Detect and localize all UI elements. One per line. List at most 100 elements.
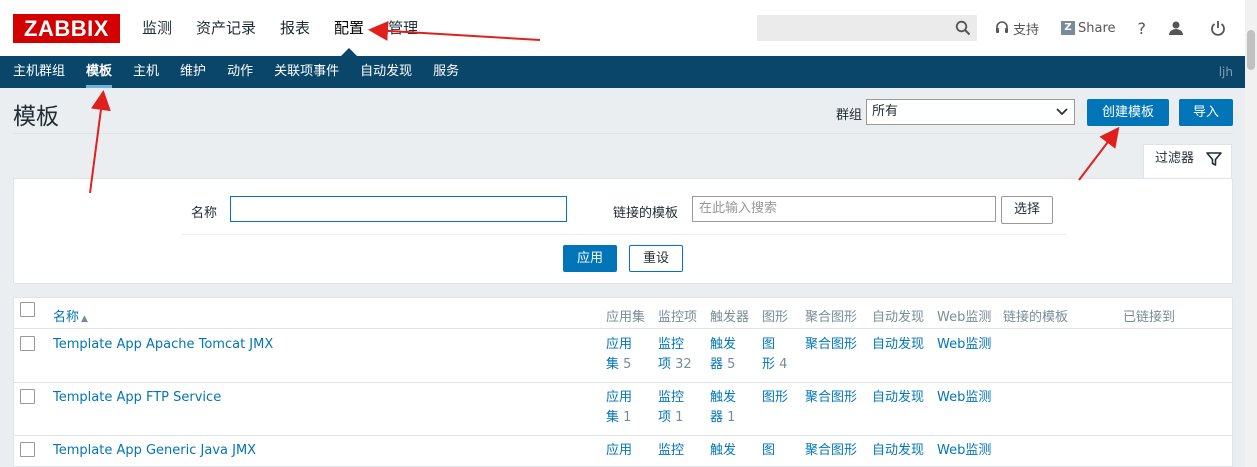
menu-configuration[interactable]: 配置: [334, 0, 364, 56]
apps-link[interactable]: 应用: [606, 441, 632, 461]
filter-divider: [181, 234, 1067, 235]
col-web-header: Web监测: [937, 310, 992, 325]
share-icon: Z: [1061, 21, 1076, 35]
apps-count: 1: [623, 410, 632, 425]
page-scrollbar[interactable]: [1245, 0, 1257, 467]
linked-templates-label: 链接的模板: [613, 206, 679, 221]
apps-count: 5: [623, 357, 632, 372]
graphs-link[interactable]: 图: [762, 441, 775, 461]
col-discovery-header: 自动发现: [872, 310, 925, 325]
items-link[interactable]: 监控项 32: [658, 335, 692, 375]
graphs-link[interactable]: 图形 4: [762, 335, 787, 375]
user-icon: [1169, 21, 1184, 35]
graphs-link-line1: 图: [762, 337, 776, 352]
col-graphs-header: 图形: [762, 310, 789, 325]
chevron-down-icon: [1056, 108, 1068, 116]
import-button[interactable]: 导入: [1179, 99, 1233, 126]
name-filter-label: 名称: [191, 206, 218, 221]
items-count: 32: [675, 357, 692, 372]
current-user: ljh: [1218, 65, 1233, 79]
triggers-link[interactable]: 触发器 5: [710, 335, 736, 375]
discovery-link[interactable]: 自动发现: [872, 335, 924, 355]
header-divider: [13, 328, 1233, 329]
row-divider: [13, 435, 1233, 436]
linked-templates-input[interactable]: 在此输入搜索: [692, 196, 996, 222]
menu-inventory[interactable]: 资产记录: [196, 0, 256, 56]
select-all-checkbox[interactable]: [20, 302, 35, 317]
apps-link-line2: 集: [606, 410, 620, 425]
sort-asc-icon: ▲: [81, 314, 88, 324]
page-title: 模板: [13, 104, 59, 130]
items-link[interactable]: 监控: [658, 441, 684, 461]
arrow-to-create-template: [1078, 126, 1120, 181]
apps-link[interactable]: 应用集 1: [606, 388, 632, 428]
group-select-value: 所有: [872, 104, 899, 119]
share-link[interactable]: Z Share: [1061, 21, 1116, 36]
menu-reports[interactable]: 报表: [280, 0, 310, 56]
menu-administration[interactable]: 管理: [388, 0, 418, 56]
select-button[interactable]: 选择: [1001, 196, 1053, 224]
apps-link-line1: 应用: [606, 337, 633, 352]
items-link-line1: 监控: [658, 390, 685, 405]
subnav-actions[interactable]: 动作: [227, 56, 253, 88]
help-button[interactable]: ?: [1138, 19, 1147, 38]
name-filter-input[interactable]: [230, 196, 567, 222]
screens-link[interactable]: 聚合图形: [805, 388, 857, 408]
col-apps-header: 应用集: [606, 310, 646, 325]
graphs-link[interactable]: 图形: [762, 388, 788, 408]
triggers-link[interactable]: 触发器 1: [710, 388, 736, 428]
scrollbar-thumb[interactable]: [1247, 30, 1255, 70]
subnav-event-correlation[interactable]: 关联项事件: [274, 56, 339, 88]
template-name-link[interactable]: Template App Generic Java JMX: [53, 441, 256, 461]
triggers-link-line1: 触发: [710, 337, 737, 352]
web-link[interactable]: Web监测: [937, 335, 991, 355]
subnav-maintenance[interactable]: 维护: [180, 56, 206, 88]
user-profile-button[interactable]: [1168, 20, 1188, 36]
template-name-link[interactable]: Template App Apache Tomcat JMX: [53, 335, 273, 355]
discovery-link[interactable]: 自动发现: [872, 388, 924, 408]
col-name-label: 名称: [53, 310, 80, 325]
global-search-input[interactable]: [757, 15, 977, 41]
col-linked-to-header: 已链接到: [1123, 310, 1176, 325]
filter-icon: [1206, 152, 1222, 166]
title-divider: [13, 133, 1233, 134]
row-checkbox[interactable]: [20, 442, 35, 457]
row-checkbox[interactable]: [20, 389, 35, 404]
web-link[interactable]: Web监测: [937, 388, 991, 408]
row-checkbox[interactable]: [20, 336, 35, 351]
subnav-discovery[interactable]: 自动发现: [360, 56, 412, 88]
share-label: Share: [1078, 20, 1116, 36]
zabbix-logo[interactable]: ZABBIX: [13, 14, 120, 43]
group-select[interactable]: 所有: [866, 99, 1075, 125]
power-icon: [1211, 21, 1225, 36]
screens-link[interactable]: 聚合图形: [805, 335, 857, 355]
filter-tab-label: 过滤器: [1155, 151, 1195, 166]
subnav-hosts[interactable]: 主机: [133, 56, 159, 88]
reset-filter-button[interactable]: 重设: [629, 245, 683, 272]
apps-link-line2: 集: [606, 357, 620, 372]
subnav-host-groups[interactable]: 主机群组: [13, 56, 65, 88]
headset-icon: [996, 21, 1008, 33]
screens-link[interactable]: 聚合图形: [805, 441, 857, 461]
apps-link[interactable]: 应用集 5: [606, 335, 632, 375]
col-name-header[interactable]: 名称 ▲: [53, 306, 88, 325]
web-link[interactable]: Web监测: [937, 441, 991, 461]
items-link[interactable]: 监控项 1: [658, 388, 684, 428]
filter-tab[interactable]: 过滤器: [1143, 144, 1232, 179]
subnav-services[interactable]: 服务: [433, 56, 459, 88]
items-link-line2: 项: [658, 357, 672, 372]
col-items-header: 监控项: [658, 310, 698, 325]
create-template-button[interactable]: 创建模板: [1087, 99, 1169, 126]
search-icon[interactable]: [955, 20, 971, 36]
col-triggers-header: 触发器: [710, 310, 750, 325]
graphs-link-line2: 形: [762, 357, 776, 372]
menu-monitoring[interactable]: 监测: [142, 0, 172, 56]
discovery-link[interactable]: 自动发现: [872, 441, 924, 461]
support-link[interactable]: 支持: [995, 19, 1039, 38]
apply-filter-button[interactable]: 应用: [563, 245, 617, 272]
logout-button[interactable]: [1210, 20, 1230, 36]
subnav-templates[interactable]: 模板: [86, 56, 113, 88]
template-name-link[interactable]: Template App FTP Service: [53, 388, 221, 408]
items-link-line2: 项: [658, 410, 672, 425]
triggers-link[interactable]: 触发: [710, 441, 736, 461]
